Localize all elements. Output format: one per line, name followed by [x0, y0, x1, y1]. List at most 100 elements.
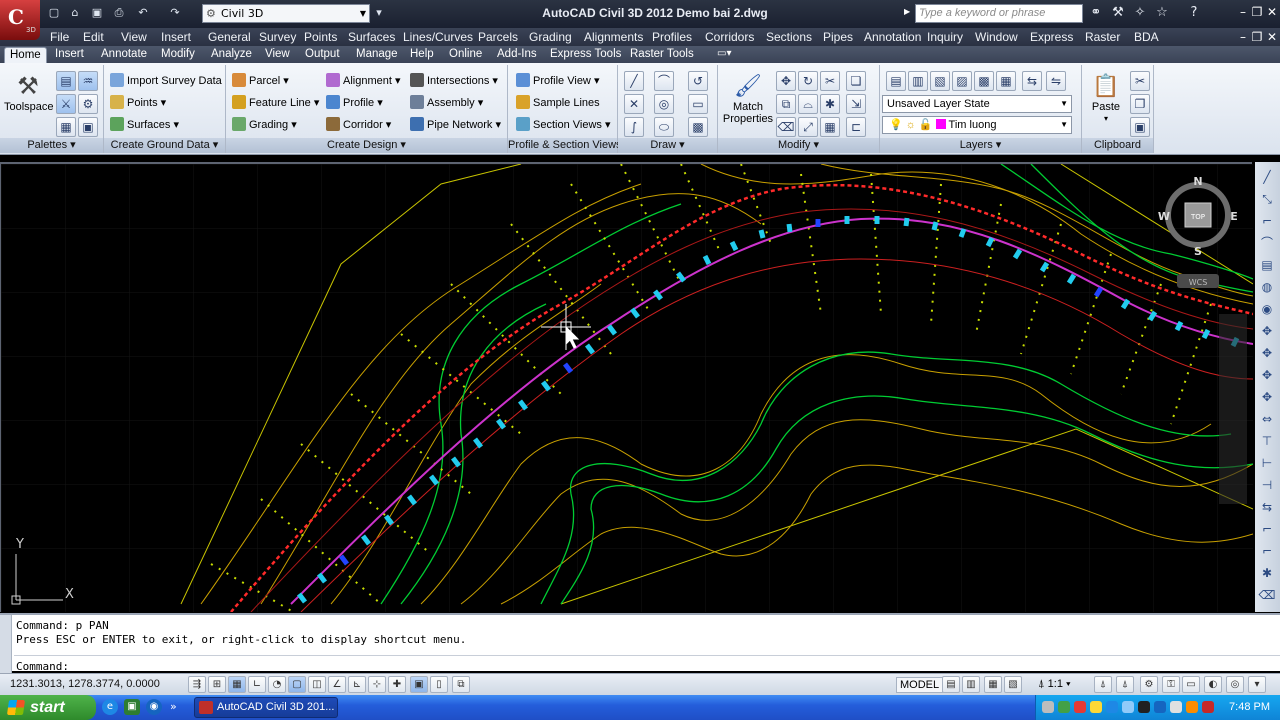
internet-explorer-icon[interactable]: e	[102, 699, 118, 715]
trim-tool-icon[interactable]: ⊤	[1258, 432, 1276, 450]
menu-view[interactable]: View	[121, 29, 147, 45]
polar-tracking-toggle[interactable]: ◔	[268, 676, 286, 693]
stretch-tool-icon[interactable]: ✥	[1258, 366, 1276, 384]
tray-volume-icon[interactable]	[1090, 701, 1102, 713]
trim-icon[interactable]: ✂	[820, 71, 840, 91]
tray-app-icon[interactable]	[1138, 701, 1150, 713]
help-icon[interactable]: ?	[1186, 5, 1202, 21]
compass-north[interactable]: N	[1193, 175, 1202, 188]
tab-online[interactable]: Online	[444, 47, 487, 63]
move-icon[interactable]: ✥	[776, 71, 796, 91]
scale-icon[interactable]: ⤢	[798, 117, 818, 137]
feature-line-button[interactable]: Feature Line ▾	[232, 94, 319, 112]
match-properties-button[interactable]: 🖌 Match Properties	[722, 71, 774, 125]
erase-icon[interactable]: ⌫	[776, 117, 796, 137]
hardware-acceleration-icon[interactable]: ◎	[1226, 676, 1244, 693]
assembly-button[interactable]: Assembly ▾	[410, 94, 483, 112]
menu-window[interactable]: Window	[975, 29, 1018, 45]
lock-ui-icon[interactable]: ⚿	[1162, 676, 1180, 693]
menu-profiles[interactable]: Profiles	[652, 29, 692, 45]
settings-tree-icon[interactable]: ♒	[78, 71, 98, 91]
tray-shield-icon[interactable]	[1058, 701, 1070, 713]
close-icon[interactable]: ✕	[1265, 5, 1279, 19]
object-snap-tracking-toggle[interactable]: ∠	[328, 676, 346, 693]
grading-button[interactable]: Grading ▾	[232, 116, 297, 134]
parcel-button[interactable]: Parcel ▾	[232, 72, 289, 90]
rectangle-icon[interactable]: ▭	[688, 94, 708, 114]
menu-alignments[interactable]: Alignments	[584, 29, 643, 45]
multiline-icon[interactable]: ✕	[624, 94, 644, 114]
tab-manage[interactable]: Manage	[351, 47, 403, 63]
paste-button[interactable]: 📋 Paste ▾	[1086, 71, 1126, 125]
polyline-tool-icon[interactable]: ⌐	[1258, 212, 1276, 230]
quick-view-layouts-icon[interactable]: ▥	[962, 676, 980, 693]
undo-icon[interactable]: ↶	[136, 6, 150, 20]
quick-view-drawings-icon[interactable]: ▦	[984, 676, 1002, 693]
rotate-icon[interactable]: ↻	[798, 71, 818, 91]
line-icon[interactable]: ╱	[624, 71, 644, 91]
copy-tool-icon[interactable]: ✥	[1258, 344, 1276, 362]
tab-raster-tools[interactable]: Raster Tools	[625, 47, 699, 63]
model-space-button[interactable]: MODEL	[896, 677, 944, 693]
open-icon[interactable]: ⌂	[68, 6, 82, 20]
region-icon[interactable]: ◉	[1258, 300, 1276, 318]
move-tool-icon[interactable]: ✥	[1258, 322, 1276, 340]
ortho-mode-toggle[interactable]: ∟	[248, 676, 266, 693]
corridor-button[interactable]: Corridor ▾	[326, 116, 391, 134]
current-layer-dropdown[interactable]: 💡 ☼ 🔓 Tim luong ▼	[882, 116, 1072, 134]
cut-icon[interactable]: ✂	[1130, 71, 1150, 91]
spline-icon[interactable]: ∫	[624, 117, 644, 137]
quicklaunch-more-icon[interactable]: »	[170, 700, 177, 713]
favorites-icon[interactable]: ☆	[1154, 5, 1170, 21]
chamfer-tool-icon[interactable]: ⌐	[1258, 520, 1276, 538]
undo-draw-icon[interactable]: ↺	[688, 71, 708, 91]
ribbon-minimize-icon[interactable]: ▭▾	[717, 48, 731, 59]
menu-survey[interactable]: Survey	[259, 29, 296, 45]
workspace-switch-icon[interactable]: ⚙	[1140, 676, 1158, 693]
layer-properties-icon[interactable]: ▤	[886, 71, 906, 91]
doc-close-icon[interactable]: ✕	[1265, 30, 1279, 44]
join-tool-icon[interactable]: ⇆	[1258, 498, 1276, 516]
menu-raster[interactable]: Raster	[1085, 29, 1120, 45]
array-icon[interactable]: ▦	[820, 117, 840, 137]
subscription-icon[interactable]: ⚒	[1110, 5, 1126, 21]
compass-east[interactable]: E	[1230, 210, 1238, 223]
tab-express-tools[interactable]: Express Tools	[545, 47, 626, 63]
navigation-bar[interactable]	[1219, 314, 1247, 504]
layer-isolate-icon[interactable]: ▥	[908, 71, 928, 91]
selection-cycling-toggle[interactable]: ⧉	[452, 676, 470, 693]
tab-annotate[interactable]: Annotate	[96, 47, 152, 63]
annotation-scale[interactable]: ⍋ 1:1 ▾	[1036, 677, 1073, 692]
pan-icon[interactable]: ▧	[1004, 676, 1022, 693]
menu-insert[interactable]: Insert	[161, 29, 191, 45]
draw-panel-title[interactable]: Draw ▾	[618, 138, 717, 153]
doc-minimize-icon[interactable]: –	[1236, 30, 1250, 44]
create-design-panel-title[interactable]: Create Design ▾	[226, 138, 507, 153]
menu-pipes[interactable]: Pipes	[823, 29, 853, 45]
stretch-icon[interactable]: ⇲	[846, 94, 866, 114]
drawing-area[interactable]: Y X TOP N S E W WCS	[0, 162, 1254, 635]
binoculars-icon[interactable]: ⚭	[1088, 5, 1104, 21]
tab-view[interactable]: View	[260, 47, 295, 63]
command-line-grip[interactable]	[0, 615, 12, 673]
prospector-icon[interactable]: ▤	[56, 71, 76, 91]
profile-view-button[interactable]: Profile View ▾	[516, 72, 599, 90]
menu-bda[interactable]: BDA	[1134, 29, 1159, 45]
grid-display-toggle[interactable]: ▦	[228, 676, 246, 693]
pipe-network-button[interactable]: Pipe Network ▾	[410, 116, 501, 134]
taskbar-app-autocad[interactable]: AutoCAD Civil 3D 201...	[194, 697, 338, 718]
explode-icon[interactable]: ✱	[820, 94, 840, 114]
search-expand-icon[interactable]: ▶	[904, 7, 910, 16]
drawing-svg[interactable]: Y X TOP N S E W WCS	[1, 163, 1254, 635]
menu-edit[interactable]: Edit	[83, 29, 104, 45]
draw-line-icon[interactable]: ╱	[1258, 168, 1276, 186]
intersections-button[interactable]: Intersections ▾	[410, 72, 498, 90]
layer-freeze-icon[interactable]: ▨	[952, 71, 972, 91]
snap-mode-toggle[interactable]: ⊞	[208, 676, 226, 693]
restore-icon[interactable]: ❐	[1250, 5, 1264, 19]
layer-walk-icon[interactable]: ⇋	[1046, 71, 1066, 91]
minimize-icon[interactable]: –	[1236, 5, 1250, 19]
menu-sections[interactable]: Sections	[766, 29, 812, 45]
polyline-icon[interactable]: ⌒	[654, 71, 674, 91]
section-views-button[interactable]: Section Views ▾	[516, 116, 610, 134]
